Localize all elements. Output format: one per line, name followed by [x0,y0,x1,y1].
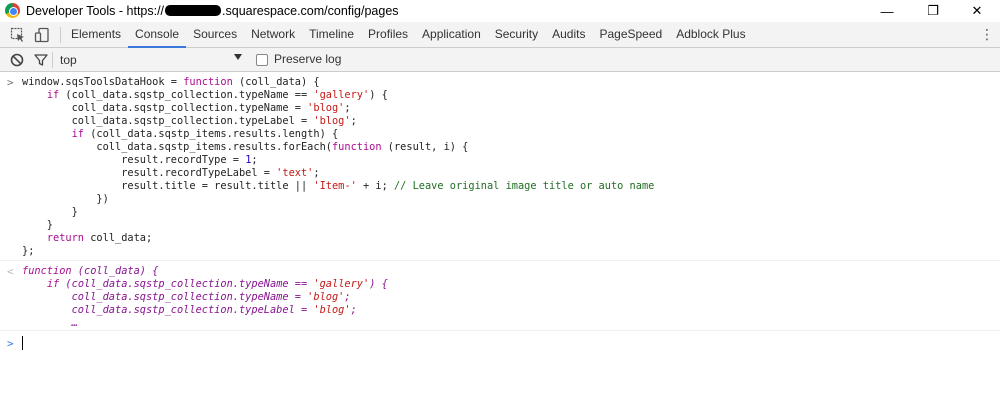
code-line: coll_data.sqstp_collection.typeName = 'b… [22,102,351,114]
toolbar-divider [60,27,61,43]
code-line: } [22,206,78,218]
inspect-element-icon[interactable] [10,27,26,43]
tab-security[interactable]: Security [488,22,545,48]
panel-tabs: Elements Console Sources Network Timeline Pro… [64,22,753,48]
kebab-menu-icon[interactable]: ⋮ [980,27,994,41]
device-toolbar-icon[interactable] [34,27,50,43]
tab-adblock-plus[interactable]: Adblock Plus [669,22,752,48]
preserve-log-checkbox[interactable] [256,54,268,66]
code-line: if (coll_data.sqstp_items.results.length… [71,128,339,140]
code-line: if (coll_data.sqstp_collection.typeName … [46,278,388,290]
code-line: result.title = result.title || 'Item-' +… [22,180,655,192]
code-line: … [22,317,78,329]
code-line: }) [22,193,109,205]
chevron-down-icon[interactable] [234,54,242,60]
console-prompt[interactable]: > [0,332,1000,354]
chrome-logo-icon [5,3,20,18]
tab-console[interactable]: Console [128,22,187,48]
code-line: }; [22,245,35,257]
execution-context-select[interactable]: top [56,51,246,69]
minimize-button[interactable]: — [864,0,910,22]
tab-timeline[interactable]: Timeline [302,22,361,48]
input-prompt-icon: > [7,76,14,89]
console-result-entry[interactable]: < function (coll_data) { if (coll_data.s… [0,262,1000,331]
result-code: function (coll_data) { if (coll_data.sqs… [22,265,388,330]
window-titlebar: Developer Tools - https:// .squarespace.c… [0,0,1000,22]
input-code: window.sqsToolsDataHook = function (coll… [22,76,654,258]
tab-elements[interactable]: Elements [64,22,128,48]
tab-sources[interactable]: Sources [186,22,244,48]
console-toolbar: top Preserve log [0,48,1000,72]
console-output: > window.sqsToolsDataHook = function (co… [0,73,1000,409]
code-line: coll_data.sqstp_items.results.forEach(fu… [22,141,469,153]
devtools-tabbar: Elements Console Sources Network Timeline Pro… [0,22,1000,48]
toolbar-divider [52,52,53,68]
tab-pagespeed[interactable]: PageSpeed [592,22,669,48]
window-title-prefix: Developer Tools - https:// [26,4,165,18]
tab-audits[interactable]: Audits [545,22,592,48]
console-input-entry: > window.sqsToolsDataHook = function (co… [0,73,1000,261]
filter-icon[interactable] [33,52,49,68]
code-line: return coll_data; [46,232,153,244]
restore-button[interactable]: ❐ [910,0,956,22]
code-line: function (coll_data) { [22,265,159,277]
tab-profiles[interactable]: Profiles [361,22,415,48]
code-line: } [22,219,53,231]
preserve-log-label: Preserve log [274,52,342,66]
code-line: result.recordTypeLabel = 'text'; [22,167,320,179]
window-title-suffix: .squarespace.com/config/pages [222,4,399,18]
redacted-domain [165,5,222,16]
code-line: coll_data.sqstp_collection.typeName = 'b… [22,291,351,303]
close-button[interactable]: ✕ [954,0,1000,22]
code-line: window.sqsToolsDataHook = function (coll… [22,76,320,88]
code-line: coll_data.sqstp_collection.typeLabel = '… [22,115,357,127]
window-title: Developer Tools - https:// .squarespace.c… [26,4,399,18]
text-cursor [22,336,23,350]
code-line: if (coll_data.sqstp_collection.typeName … [46,89,388,101]
result-prompt-icon: < [7,265,14,278]
active-prompt-icon: > [7,337,14,350]
tab-network[interactable]: Network [244,22,302,48]
clear-console-icon[interactable] [9,52,25,68]
code-line: result.recordType = 1; [22,154,258,166]
tab-application[interactable]: Application [415,22,488,48]
code-line: coll_data.sqstp_collection.typeLabel = '… [22,304,357,316]
